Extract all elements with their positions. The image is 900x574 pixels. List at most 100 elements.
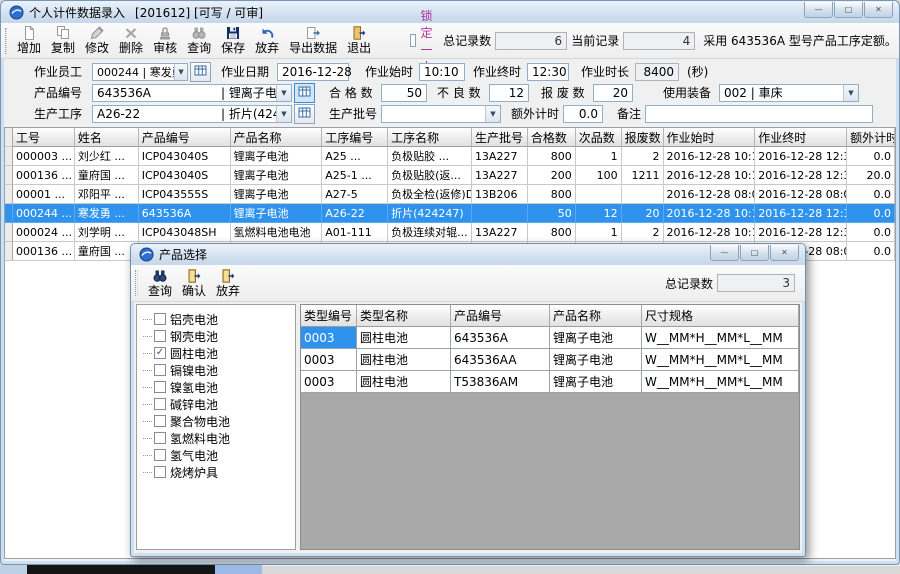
checkbox-icon[interactable] bbox=[154, 466, 166, 478]
modify-button[interactable]: 修改 bbox=[80, 24, 114, 57]
column-header[interactable]: 类型名称 bbox=[357, 305, 451, 327]
worker-combo[interactable]: 000244 | 寒发勇 ▼ bbox=[92, 63, 188, 81]
checkbox-icon[interactable] bbox=[154, 330, 166, 342]
table-row[interactable]: 000136 ...童府国 ...ICP043040S锂离子电池A25-1 ..… bbox=[5, 166, 895, 185]
tree-item[interactable]: ✓圆柱电池 bbox=[143, 345, 293, 361]
checkbox-icon[interactable] bbox=[154, 449, 166, 461]
checkbox-icon[interactable] bbox=[154, 313, 166, 325]
query-button[interactable]: 查询 bbox=[182, 24, 216, 57]
checkbox-icon[interactable] bbox=[410, 34, 416, 47]
audit-button[interactable]: 审核 bbox=[148, 24, 182, 57]
scrap-input[interactable]: 20 bbox=[593, 84, 633, 102]
minimize-button[interactable]: — bbox=[804, 2, 833, 18]
checkbox-icon[interactable] bbox=[154, 432, 166, 444]
column-header[interactable]: 产品名称 bbox=[231, 128, 323, 147]
table-row[interactable]: 0003圆柱电池643536A锂离子电池W__MM*H__MM*L__MM bbox=[301, 327, 799, 349]
tree-item[interactable]: 钢壳电池 bbox=[143, 328, 293, 344]
row-selector[interactable] bbox=[5, 223, 13, 242]
table-cell: 圆柱电池 bbox=[357, 327, 451, 349]
dropdown-arrow-icon[interactable]: ▼ bbox=[276, 85, 291, 101]
column-header[interactable]: 作业终时 bbox=[755, 128, 847, 147]
worker-picker-button[interactable] bbox=[190, 62, 211, 82]
tree-item[interactable]: 镉镍电池 bbox=[143, 362, 293, 378]
product-picker-button[interactable] bbox=[294, 83, 315, 103]
batch-combo[interactable]: ▼ bbox=[381, 105, 501, 123]
add-button[interactable]: 增加 bbox=[12, 24, 46, 57]
row-selector[interactable] bbox=[5, 166, 13, 185]
tree-item[interactable]: 铝壳电池 bbox=[143, 311, 293, 327]
duration-field: 8400 bbox=[635, 63, 679, 81]
dialog-minimize-button[interactable]: — bbox=[710, 245, 739, 261]
dialog-query-button[interactable]: 查询 bbox=[143, 267, 177, 300]
tree-connector bbox=[143, 370, 152, 371]
tree-item[interactable]: 氢燃料电池 bbox=[143, 430, 293, 446]
table-row[interactable]: 000244 ...寒发勇 ...643536A锂离子电池A26-22折片(42… bbox=[5, 204, 895, 223]
save-button[interactable]: 保存 bbox=[216, 24, 250, 57]
process-picker-button[interactable] bbox=[294, 104, 315, 124]
table-row[interactable]: 0003圆柱电池T53836AM锂离子电池W__MM*H__MM*L__MM bbox=[301, 371, 799, 393]
column-header[interactable]: 生产批号 bbox=[472, 128, 528, 147]
dialog-close-button[interactable]: ✕ bbox=[770, 245, 799, 261]
qualified-input[interactable]: 50 bbox=[381, 84, 427, 102]
column-header[interactable]: 作业始时 bbox=[664, 128, 756, 147]
dialog-maximize-button[interactable]: □ bbox=[740, 245, 769, 261]
table-row[interactable]: 0003圆柱电池643536AA锂离子电池W__MM*H__MM*L__MM bbox=[301, 349, 799, 371]
checkbox-icon[interactable] bbox=[154, 364, 166, 376]
dropdown-arrow-icon[interactable]: ▼ bbox=[174, 64, 187, 80]
checkbox-icon[interactable] bbox=[154, 381, 166, 393]
tree-item[interactable]: 聚合物电池 bbox=[143, 413, 293, 429]
dialog-confirm-button[interactable]: 确认 bbox=[177, 267, 211, 300]
dialog-abandon-button[interactable]: 放弃 bbox=[211, 267, 245, 300]
export-data-button[interactable]: 导出数据 bbox=[284, 24, 342, 57]
row-selector[interactable] bbox=[5, 147, 13, 166]
tree-item[interactable]: 镍氢电池 bbox=[143, 379, 293, 395]
maximize-button[interactable]: □ bbox=[834, 2, 863, 18]
checkbox-icon[interactable] bbox=[154, 398, 166, 410]
table-row[interactable]: 000003 ...刘少红 ...ICP043040S锂离子电池A25 ...负… bbox=[5, 147, 895, 166]
column-header[interactable]: 工号 bbox=[13, 128, 75, 147]
column-header[interactable]: 次品数 bbox=[576, 128, 622, 147]
start-time-input[interactable]: 10:10 bbox=[419, 63, 465, 81]
tree-item[interactable]: 氢气电池 bbox=[143, 447, 293, 463]
column-header[interactable]: 额外计时 bbox=[847, 128, 895, 147]
quota-note: 采用 643536A 型号产品工序定额。 bbox=[703, 32, 897, 49]
grid-picker-icon bbox=[194, 64, 207, 80]
delete-button[interactable]: 删除 bbox=[114, 24, 148, 57]
table-row[interactable]: 000024 ...刘学明 ...ICP043048SH氢燃料电池电池A01-1… bbox=[5, 223, 895, 242]
exit-button[interactable]: 退出 bbox=[342, 24, 376, 57]
remark-input[interactable] bbox=[645, 105, 873, 123]
table-cell: 2 bbox=[622, 223, 664, 242]
end-time-input[interactable]: 12:30 bbox=[527, 63, 569, 81]
equipment-combo[interactable]: 002 | 車床 ▼ bbox=[719, 84, 859, 102]
defect-input[interactable]: 12 bbox=[489, 84, 529, 102]
extra-time-input[interactable]: 0.0 bbox=[563, 105, 603, 123]
close-button[interactable]: ✕ bbox=[864, 2, 893, 18]
column-header[interactable]: 类型编号 bbox=[301, 305, 357, 327]
process-combo[interactable]: A26-22 | 折片(424247) ▼ bbox=[92, 105, 292, 123]
table-row[interactable]: 00001 ...邓阳平 ...ICP043555S锂离子电池A27-5负极全检… bbox=[5, 185, 895, 204]
work-date-input[interactable]: 2016-12-28 bbox=[277, 63, 349, 81]
column-header[interactable]: 产品名称 bbox=[550, 305, 642, 327]
dropdown-arrow-icon[interactable]: ▼ bbox=[843, 85, 858, 101]
column-header[interactable]: 产品编号 bbox=[139, 128, 231, 147]
checkbox-icon[interactable] bbox=[154, 415, 166, 427]
row-selector[interactable] bbox=[5, 242, 13, 261]
dropdown-arrow-icon[interactable]: ▼ bbox=[276, 106, 291, 122]
product-combo[interactable]: 643536A | 锂离子电池 ▼ bbox=[92, 84, 292, 102]
column-header[interactable]: 工序名称 bbox=[388, 128, 472, 147]
tree-item[interactable]: 烧烤炉具 bbox=[143, 464, 293, 480]
column-header[interactable]: 工序编号 bbox=[322, 128, 388, 147]
copy-button[interactable]: 复制 bbox=[46, 24, 80, 57]
column-header[interactable]: 报废数 bbox=[622, 128, 664, 147]
tree-item[interactable]: 碱锌电池 bbox=[143, 396, 293, 412]
abandon-button[interactable]: 放弃 bbox=[250, 24, 284, 57]
row-selector[interactable] bbox=[5, 185, 13, 204]
column-header[interactable]: 尺寸规格 bbox=[642, 305, 799, 327]
checkbox-icon[interactable]: ✓ bbox=[154, 347, 166, 359]
column-header[interactable]: 姓名 bbox=[75, 128, 139, 147]
column-header[interactable]: 产品编号 bbox=[451, 305, 550, 327]
row-selector[interactable] bbox=[5, 204, 13, 223]
dropdown-arrow-icon[interactable]: ▼ bbox=[485, 106, 500, 122]
audit-label: 审核 bbox=[153, 41, 177, 56]
column-header[interactable]: 合格数 bbox=[528, 128, 576, 147]
